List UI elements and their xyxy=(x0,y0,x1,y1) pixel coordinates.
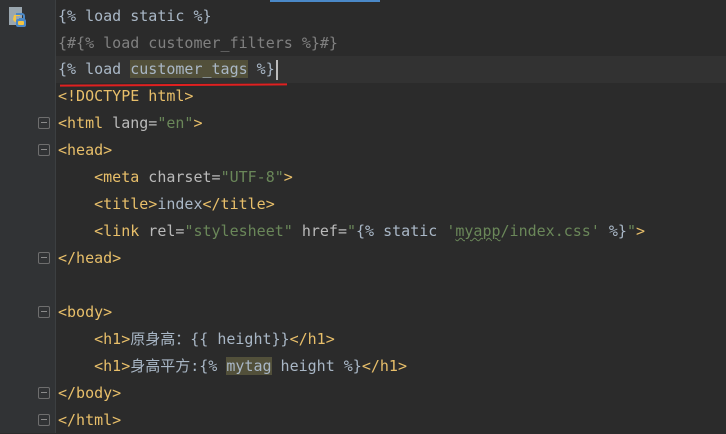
code-line: <h1>身高平方:{% mytag height %}</h1> xyxy=(94,357,407,375)
code-line: <meta charset="UTF-8"> xyxy=(94,168,293,186)
code-line: <link rel="stylesheet" href="{% static '… xyxy=(94,222,646,240)
code-line: {% load static %} xyxy=(58,7,212,25)
code-line: {% load customer_tags %} xyxy=(58,56,278,83)
fold-marker-icon[interactable] xyxy=(38,387,50,399)
fold-marker-icon[interactable] xyxy=(38,252,50,264)
highlighted-tag-library: customer_tags xyxy=(130,60,248,78)
fold-marker-icon[interactable] xyxy=(38,117,50,129)
active-tab-indicator xyxy=(270,0,380,2)
highlighted-tag-name: mytag xyxy=(226,357,272,375)
code-line: <!DOCTYPE html> xyxy=(58,87,194,105)
code-line: <html lang="en"> xyxy=(58,114,203,132)
fold-marker-icon[interactable] xyxy=(38,144,50,156)
fold-marker-icon[interactable] xyxy=(38,414,50,426)
code-line: <head> xyxy=(58,141,113,159)
text-caret xyxy=(275,59,278,80)
editor-gutter xyxy=(0,0,55,433)
python-file-icon xyxy=(9,7,26,27)
code-line: </head> xyxy=(58,249,122,267)
fold-marker-icon[interactable] xyxy=(38,306,50,318)
code-line: {#{% load customer_filters %}#} xyxy=(58,34,338,52)
code-line: </body> xyxy=(58,384,122,402)
code-line: <h1>原身高：{{ height}}</h1> xyxy=(94,330,335,348)
code-line: </html> xyxy=(58,411,122,429)
code-line: <title>index</title> xyxy=(94,195,275,213)
code-line: <body> xyxy=(58,303,113,321)
